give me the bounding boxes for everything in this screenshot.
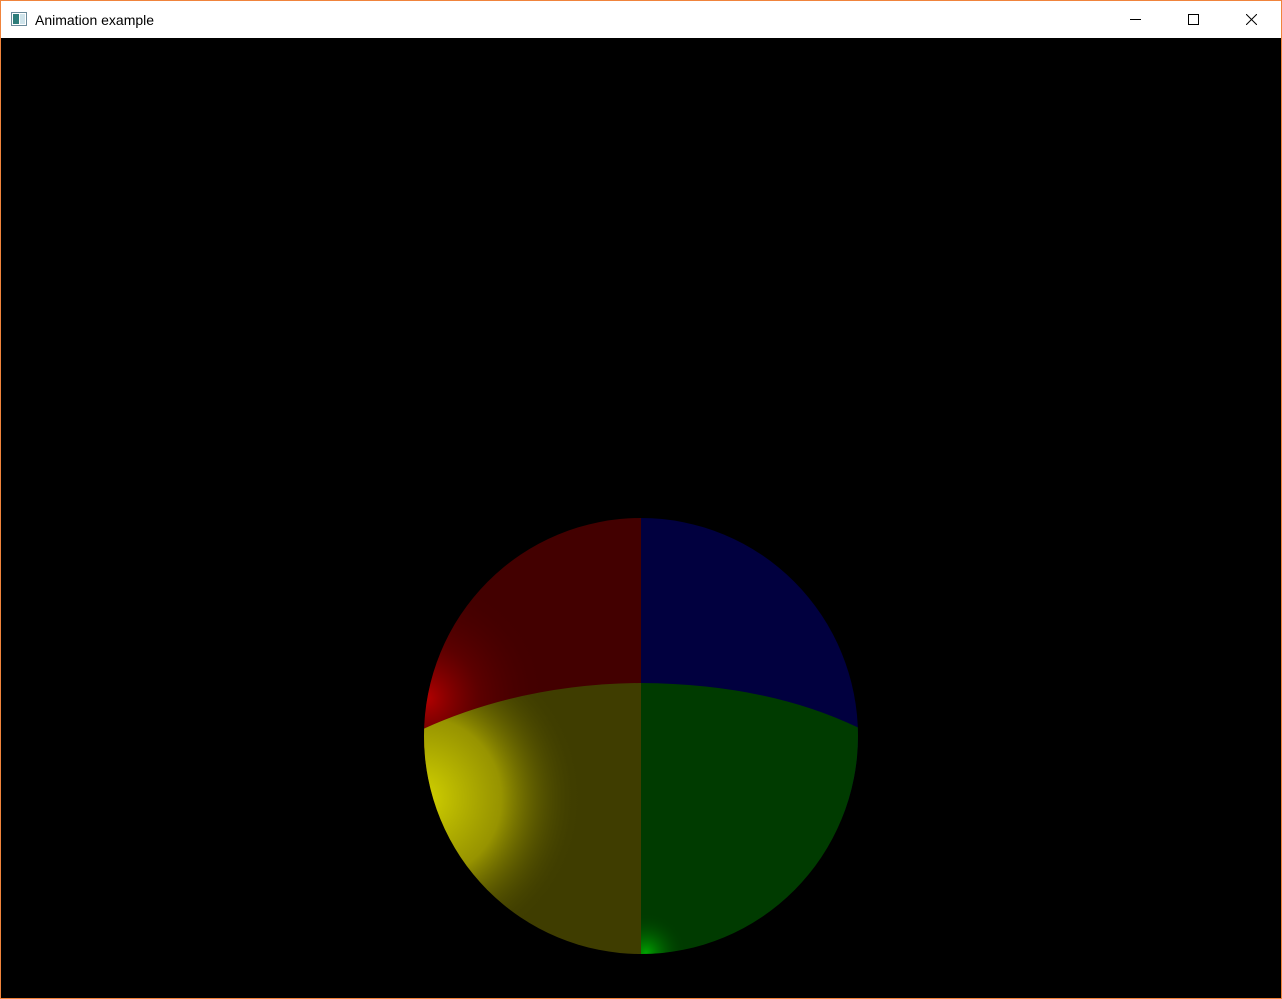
close-button[interactable] <box>1222 1 1280 38</box>
minimize-icon <box>1130 19 1141 20</box>
maximize-button[interactable] <box>1164 1 1222 38</box>
window-title: Animation example <box>35 12 155 28</box>
app-window: Animation example <box>0 0 1282 999</box>
render-viewport[interactable] <box>1 38 1281 998</box>
minimize-button[interactable] <box>1106 1 1164 38</box>
application-window-icon[interactable] <box>11 12 27 26</box>
title-bar[interactable]: Animation example <box>1 1 1281 38</box>
close-icon <box>1246 14 1257 25</box>
sphere-scene <box>1 38 1281 998</box>
maximize-icon <box>1188 14 1199 25</box>
